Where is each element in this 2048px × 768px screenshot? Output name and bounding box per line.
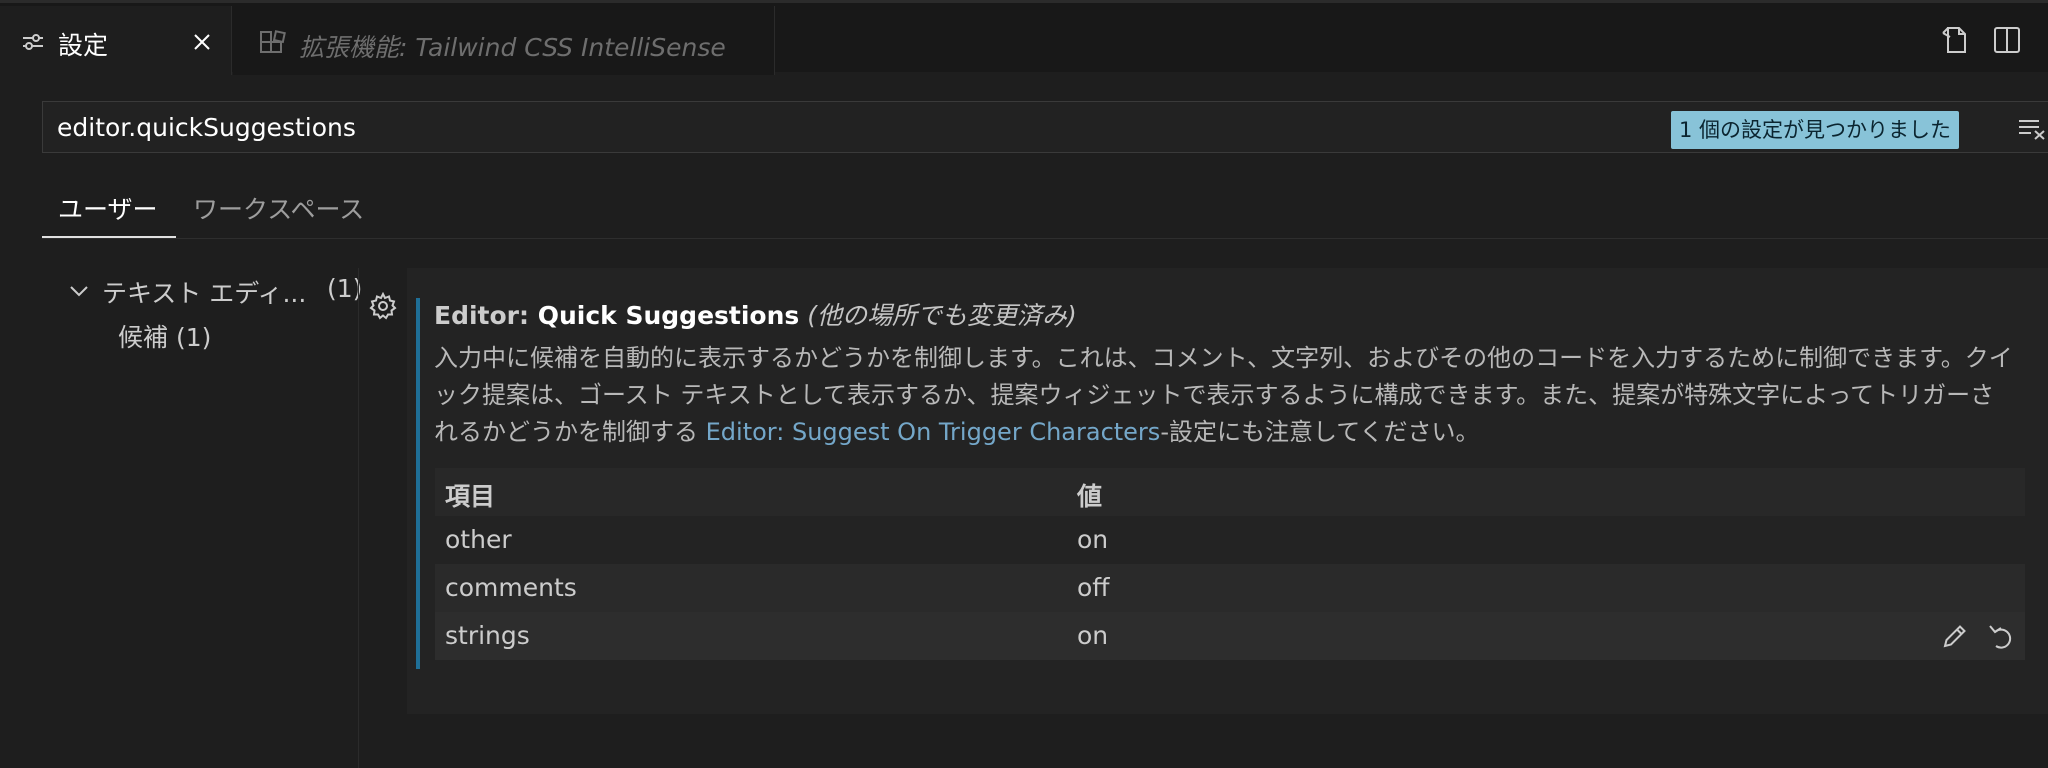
- setting-title: Editor: Quick Suggestions (他の場所でも変更済み): [434, 296, 1077, 332]
- edit-icon[interactable]: [1941, 622, 1969, 650]
- table-row[interactable]: other on: [435, 516, 2025, 564]
- suggest-on-trigger-characters-link[interactable]: Editor: Suggest On Trigger Characters: [706, 418, 1161, 446]
- search-input-value: editor.quickSuggestions: [57, 113, 356, 142]
- table-row[interactable]: strings on: [435, 612, 2025, 660]
- setting-focus-indicator: [416, 298, 420, 669]
- tab-extension-tailwind[interactable]: 拡張機能: Tailwind CSS IntelliSense: [233, 6, 775, 75]
- row-key: strings: [445, 621, 530, 650]
- table-header-row: 項目 値: [435, 468, 2025, 516]
- chevron-down-icon[interactable]: [68, 280, 90, 302]
- desc-text-2: -設定にも注意してください。: [1160, 418, 1480, 446]
- open-settings-json-icon[interactable]: [1940, 25, 1970, 55]
- gear-icon[interactable]: [369, 292, 397, 320]
- settings-search-input[interactable]: editor.quickSuggestions 1 個の設定が見つかりました: [42, 101, 2048, 153]
- clear-filter-icon[interactable]: [2017, 117, 2047, 141]
- tab-user[interactable]: ユーザー: [58, 190, 158, 226]
- reset-icon[interactable]: [1987, 622, 2013, 650]
- toc-item-suggestions[interactable]: 候補 (1): [118, 318, 211, 354]
- row-value: off: [1077, 573, 1110, 602]
- column-header-item: 項目: [445, 482, 496, 511]
- scope-tab-divider: [42, 238, 2048, 239]
- tab-settings-label: 設定: [58, 31, 109, 60]
- tab-settings[interactable]: 設定: [0, 6, 232, 75]
- toc-splitter[interactable]: [358, 268, 359, 768]
- row-value: on: [1077, 621, 1109, 650]
- table-row[interactable]: comments off: [435, 564, 2025, 612]
- column-header-value: 値: [1077, 482, 1103, 511]
- search-result-badge: 1 個の設定が見つかりました: [1671, 111, 1960, 149]
- setting-description: 入力中に候補を自動的に表示するかどうかを制御します。これは、コメント、文字列、お…: [434, 340, 2018, 451]
- setting-modified-note: (他の場所でも変更済み): [807, 301, 1077, 330]
- split-editor-icon[interactable]: [1992, 25, 2022, 55]
- object-settings-table: 項目 値 other on comments off strings on: [435, 468, 2025, 660]
- settings-sliders-icon: [23, 34, 43, 50]
- tab-workspace[interactable]: ワークスペース: [193, 190, 364, 226]
- setting-name: Quick Suggestions: [537, 301, 800, 330]
- row-key: comments: [445, 573, 577, 602]
- row-value: on: [1077, 525, 1109, 554]
- close-icon[interactable]: [190, 30, 214, 54]
- row-key: other: [445, 525, 512, 554]
- setting-category: Editor:: [434, 301, 538, 330]
- tab-extension-label: 拡張機能: Tailwind CSS IntelliSense: [299, 33, 726, 62]
- editor-tab-bar: 設定 拡張機能: Tailwind CSS IntelliSense: [0, 0, 2048, 75]
- extensions-icon: [260, 30, 286, 53]
- toc-group-text-editor[interactable]: テキスト エディ...: [102, 274, 306, 310]
